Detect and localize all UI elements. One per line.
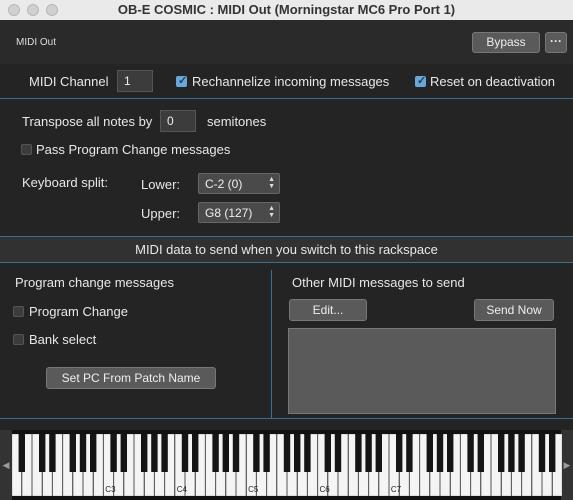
black-key[interactable]	[141, 434, 148, 472]
upper-label: Upper:	[141, 206, 181, 221]
section-divider	[271, 270, 272, 418]
up-down-arrows-icon: ▲ ▼	[268, 205, 275, 219]
transpose-section: Transpose all notes by 0 semitones Pass …	[0, 99, 573, 237]
send-on-switch-banner: MIDI data to send when you switch to thi…	[0, 237, 573, 263]
black-key[interactable]	[355, 434, 362, 472]
program-change-heading: Program change messages	[15, 275, 174, 290]
black-key[interactable]	[120, 434, 127, 472]
pass-program-change-checkbox[interactable]	[21, 144, 32, 155]
window-title: OB-E COSMIC : MIDI Out (Morningstar MC6 …	[117, 2, 456, 17]
black-key[interactable]	[110, 434, 117, 472]
black-key[interactable]	[406, 434, 413, 472]
black-key[interactable]	[304, 434, 311, 472]
octave-label: C5	[248, 485, 259, 494]
black-key[interactable]	[365, 434, 372, 472]
black-key[interactable]	[538, 434, 546, 472]
black-key[interactable]	[263, 434, 270, 472]
reset-on-deactivation-label: Reset on deactivation	[430, 74, 556, 89]
edit-button[interactable]: Edit...	[289, 299, 367, 321]
plugin-header: MIDI Out Bypass ···	[0, 20, 573, 64]
bottom-divider	[0, 418, 573, 419]
piano-keys[interactable]: C3 C4 C5 C6 C7	[12, 434, 562, 496]
transpose-input[interactable]: 0	[160, 110, 196, 132]
black-key[interactable]	[283, 434, 291, 472]
black-key[interactable]	[79, 434, 87, 472]
black-key[interactable]	[212, 434, 219, 472]
black-key[interactable]	[232, 434, 240, 472]
black-key[interactable]	[426, 434, 433, 472]
program-change-label: Program Change	[29, 304, 128, 319]
black-key[interactable]	[181, 434, 189, 472]
black-key[interactable]	[498, 434, 505, 472]
black-key[interactable]	[90, 434, 97, 472]
set-pc-from-patch-name-button[interactable]: Set PC From Patch Name	[46, 367, 216, 389]
black-key[interactable]	[192, 434, 199, 472]
black-key[interactable]	[396, 434, 403, 472]
lower-label: Lower:	[141, 177, 181, 192]
upper-split-select[interactable]: G8 (127) ▲ ▼	[198, 202, 280, 223]
black-key[interactable]	[161, 434, 168, 472]
title-bar: OB-E COSMIC : MIDI Out (Morningstar MC6 …	[0, 0, 573, 21]
black-key[interactable]	[467, 434, 474, 472]
black-key[interactable]	[549, 434, 556, 472]
scroll-right-icon[interactable]: ▶	[561, 430, 573, 500]
black-key[interactable]	[334, 434, 342, 472]
virtual-keyboard: ◀ ▶ C3 C4 C5 C6 C7	[0, 430, 573, 500]
rechannelize-checkbox[interactable]	[176, 74, 187, 87]
program-change-checkbox[interactable]	[13, 306, 24, 317]
bank-select-checkbox[interactable]	[13, 334, 24, 345]
other-midi-heading: Other MIDI messages to send	[292, 275, 465, 290]
bypass-button[interactable]: Bypass	[472, 32, 540, 53]
up-down-arrows-icon: ▲ ▼	[268, 176, 275, 190]
black-key[interactable]	[49, 434, 56, 472]
transpose-label: Transpose all notes by	[22, 114, 153, 129]
octave-label: C7	[391, 485, 402, 494]
black-key[interactable]	[151, 434, 158, 472]
black-key[interactable]	[294, 434, 301, 472]
black-key[interactable]	[39, 434, 46, 472]
black-key[interactable]	[477, 434, 484, 472]
rechannelize-label: Rechannelize incoming messages	[192, 74, 390, 89]
channel-section: MIDI Channel 1 Rechannelize incoming mes…	[0, 64, 573, 99]
midi-channel-input[interactable]: 1	[117, 70, 153, 92]
black-key[interactable]	[518, 434, 525, 472]
octave-label: C4	[177, 485, 188, 494]
keyboard-split-label: Keyboard split:	[22, 175, 108, 190]
black-key[interactable]	[508, 434, 515, 472]
pass-program-change-label: Pass Program Change messages	[36, 142, 231, 157]
black-key[interactable]	[447, 434, 454, 472]
other-midi-messages-box[interactable]	[288, 328, 556, 414]
lower-split-value: C-2 (0)	[205, 177, 243, 191]
bank-select-label: Bank select	[29, 332, 97, 347]
send-now-button[interactable]: Send Now	[474, 299, 554, 321]
black-key[interactable]	[18, 434, 25, 472]
black-key[interactable]	[436, 434, 444, 472]
upper-split-value: G8 (127)	[205, 206, 253, 220]
octave-label: C6	[320, 485, 331, 494]
black-key[interactable]	[69, 434, 76, 472]
plugin-name: MIDI Out	[16, 37, 57, 48]
semitones-label: semitones	[207, 114, 267, 129]
scroll-left-icon[interactable]: ◀	[0, 430, 12, 500]
midi-channel-label: MIDI Channel	[29, 74, 109, 89]
black-key[interactable]	[253, 434, 260, 472]
black-key[interactable]	[375, 434, 382, 472]
octave-label: C3	[105, 485, 116, 494]
lower-split-select[interactable]: C-2 (0) ▲ ▼	[198, 173, 280, 194]
reset-on-deactivation-checkbox[interactable]	[415, 74, 426, 87]
more-options-button[interactable]: ···	[545, 32, 567, 53]
black-key[interactable]	[222, 434, 229, 472]
black-key[interactable]	[324, 434, 331, 472]
